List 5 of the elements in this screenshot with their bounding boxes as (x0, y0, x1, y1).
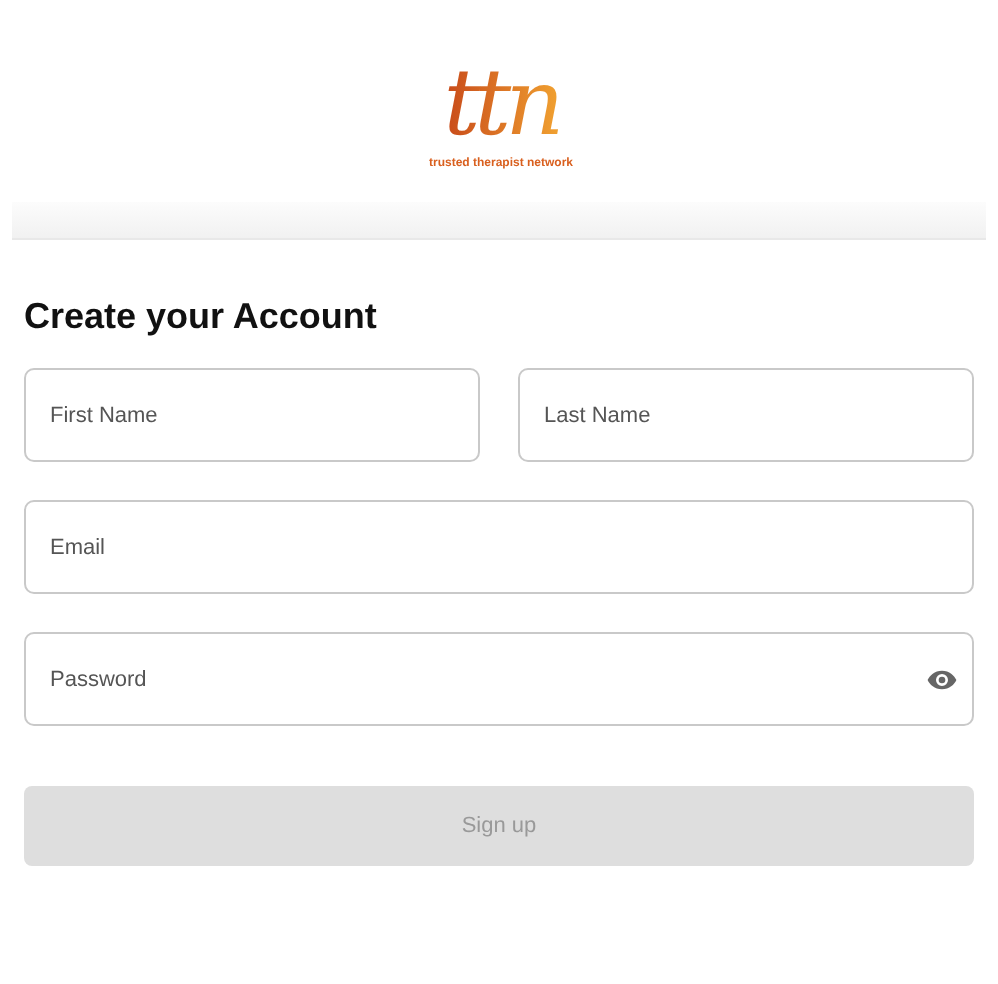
form-heading: Create your Account (24, 294, 379, 338)
input-field[interactable]: First Name (24, 368, 480, 462)
input-field[interactable]: Last Name (518, 368, 974, 462)
input-field[interactable]: Email (24, 500, 974, 594)
password-field[interactable]: Password (24, 632, 974, 726)
